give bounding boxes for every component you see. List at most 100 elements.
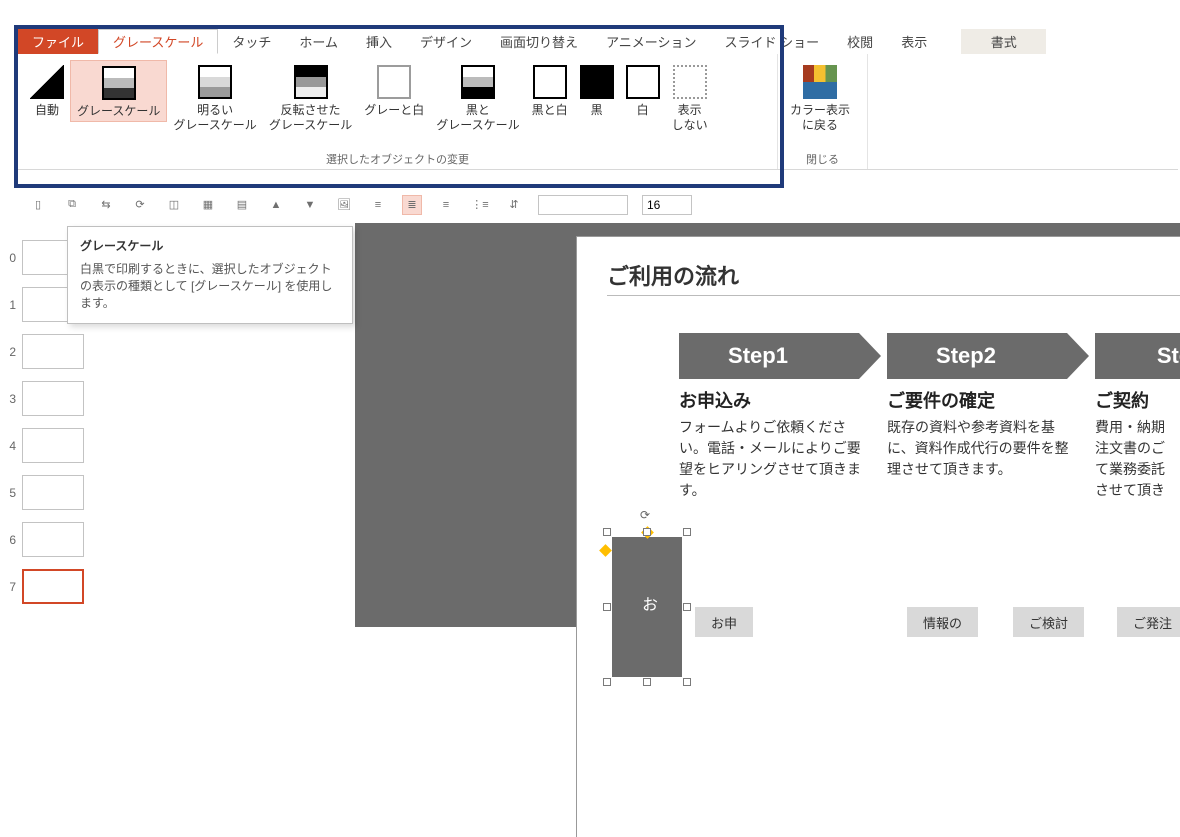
inverse-grayscale-icon: [294, 65, 328, 99]
white-icon: [626, 65, 660, 99]
btn-back-to-color-label: カラー表示 に戻る: [790, 103, 850, 133]
grey-button-2[interactable]: 情報の: [907, 607, 978, 637]
mini-align-right-icon[interactable]: ≡: [436, 195, 456, 215]
mini-font-size-field[interactable]: [642, 195, 692, 215]
mini-bullets-icon[interactable]: ⋮≡: [470, 195, 490, 215]
btn-gray-with-white[interactable]: グレーと白: [358, 60, 430, 120]
tab-home[interactable]: ホーム: [285, 29, 352, 54]
mini-toolbar[interactable]: ▯ ⧉ ⇆ ⟳ ◫ ▦ ▤ ▲ ▼ 🖼 ≡ ≣ ≡ ⋮≡ ⇵: [18, 191, 1178, 218]
ribbon: 自動 グレースケール 明るい グレースケール 反転させた グレースケール グレー…: [18, 54, 1178, 170]
btn-inverse-grayscale-label: 反転させた グレースケール: [269, 103, 352, 133]
resize-handle-bc[interactable]: [643, 678, 651, 686]
btn-light-grayscale[interactable]: 明るい グレースケール: [167, 60, 262, 135]
btn-gray-with-white-label: グレーと白: [364, 103, 424, 118]
thumb-number: 5: [6, 486, 16, 500]
mini-group-icon[interactable]: ▦: [198, 195, 218, 215]
mini-dropdown-field[interactable]: [538, 195, 628, 215]
btn-black[interactable]: 黒: [574, 60, 620, 120]
thumb-4[interactable]: 4: [6, 428, 106, 463]
mini-bring-front-icon[interactable]: ▲: [266, 195, 286, 215]
tab-transition[interactable]: 画面切り替え: [486, 29, 592, 54]
thumb-number: 7: [6, 580, 16, 594]
selected-shape-text: お: [635, 596, 659, 618]
mini-distribute-icon[interactable]: ⇆: [96, 195, 116, 215]
mini-arrange-icon[interactable]: ◫: [164, 195, 184, 215]
thumb-number: 3: [6, 392, 16, 406]
selected-shape-wrapper[interactable]: ⟳ お: [607, 532, 687, 682]
thumb-2[interactable]: 2: [6, 334, 106, 369]
thumb-image: [22, 475, 84, 510]
tab-animation[interactable]: アニメーション: [592, 29, 710, 54]
grey-button-3[interactable]: ご検討: [1013, 607, 1084, 637]
tab-file[interactable]: ファイル: [18, 29, 98, 54]
btn-dont-show[interactable]: 表示 しない: [666, 60, 714, 135]
black-with-white-icon: [533, 65, 567, 99]
btn-inverse-grayscale[interactable]: 反転させた グレースケール: [263, 60, 358, 135]
black-icon: [580, 65, 614, 99]
thumb-7[interactable]: 7: [6, 569, 106, 604]
slide-canvas[interactable]: ご利用の流れ Step1 Step2 Ste お申込み ご要件の確定 ご契約 フ…: [577, 237, 1180, 837]
adjust-handle-1[interactable]: [599, 544, 612, 557]
btn-black-with-white[interactable]: 黒と白: [526, 60, 574, 120]
btn-back-to-color[interactable]: カラー表示 に戻る: [784, 60, 856, 135]
btn-auto[interactable]: 自動: [24, 60, 70, 120]
tab-touch[interactable]: タッチ: [218, 29, 285, 54]
resize-handle-tl[interactable]: [603, 528, 611, 536]
auto-icon: [30, 65, 64, 99]
resize-handle-tr[interactable]: [683, 528, 691, 536]
resize-handle-mr[interactable]: [683, 603, 691, 611]
resize-handle-ml[interactable]: [603, 603, 611, 611]
grey-button-1[interactable]: お申: [695, 607, 753, 637]
step2-heading[interactable]: ご要件の確定: [887, 387, 995, 413]
mini-rotate-icon[interactable]: ⟳: [130, 195, 150, 215]
step2-arrow[interactable]: Step2: [887, 333, 1067, 379]
tab-slideshow[interactable]: スライド ショー: [711, 29, 834, 54]
btn-grayscale[interactable]: グレースケール: [70, 60, 167, 122]
thumb-5[interactable]: 5: [6, 475, 106, 510]
tab-design[interactable]: デザイン: [406, 29, 486, 54]
mini-clipboard-icon[interactable]: ▯: [28, 195, 48, 215]
thumb-6[interactable]: 6: [6, 522, 106, 557]
tab-review[interactable]: 校閲: [833, 29, 887, 54]
thumb-image: [22, 381, 84, 416]
mini-ungroup-icon[interactable]: ▤: [232, 195, 252, 215]
tab-format[interactable]: 書式: [961, 29, 1046, 54]
step1-heading[interactable]: お申込み: [679, 387, 751, 413]
selected-shape[interactable]: お: [612, 537, 682, 677]
btn-black-with-gs[interactable]: 黒と グレースケール: [430, 60, 525, 135]
tooltip-grayscale: グレースケール 白黒で印刷するときに、選択したオブジェクトの表示の種類として […: [67, 226, 353, 324]
step3-body[interactable]: 費用・納期 注文書のご て業務委託 させて頂き: [1095, 417, 1180, 501]
resize-handle-br[interactable]: [683, 678, 691, 686]
btn-white[interactable]: 白: [620, 60, 666, 120]
mini-align-group-icon[interactable]: ⧉: [62, 195, 82, 215]
mini-send-back-icon[interactable]: ▼: [300, 195, 320, 215]
step3-arrow[interactable]: Ste: [1095, 333, 1180, 379]
mini-align-left-icon[interactable]: ≡: [368, 195, 388, 215]
slide-title[interactable]: ご利用の流れ: [607, 259, 739, 291]
thumb-image: [22, 522, 84, 557]
back-to-color-icon: [803, 65, 837, 99]
thumb-3[interactable]: 3: [6, 381, 106, 416]
grayscale-icon: [102, 66, 136, 100]
resize-handle-bl[interactable]: [603, 678, 611, 686]
step1-body[interactable]: フォームよりご依頼ください。電話・メールによりご要望をヒアリングさせて頂きます。: [679, 417, 869, 501]
thumb-number: 6: [6, 533, 16, 547]
mini-align-center-icon[interactable]: ≣: [402, 195, 422, 215]
tab-grayscale[interactable]: グレースケール: [98, 29, 218, 54]
resize-handle-tc[interactable]: [643, 528, 651, 536]
mini-line-spacing-icon[interactable]: ⇵: [504, 195, 524, 215]
thumb-number: 2: [6, 345, 16, 359]
rotate-handle-icon[interactable]: ⟳: [640, 508, 654, 522]
ribbon-tab-strip: ファイル グレースケール タッチ ホーム 挿入 デザイン 画面切り替え アニメー…: [18, 29, 1178, 54]
tab-insert[interactable]: 挿入: [352, 29, 406, 54]
editing-stage[interactable]: ご利用の流れ Step1 Step2 Ste お申込み ご要件の確定 ご契約 フ…: [355, 223, 1180, 627]
grey-button-4[interactable]: ご発注: [1117, 607, 1180, 637]
mini-image-icon[interactable]: 🖼: [334, 195, 354, 215]
gray-with-white-icon: [377, 65, 411, 99]
btn-black-label: 黒: [591, 103, 603, 118]
step1-arrow[interactable]: Step1: [679, 333, 859, 379]
step3-heading[interactable]: ご契約: [1095, 387, 1149, 413]
step2-body[interactable]: 既存の資料や参考資料を基に、資料作成代行の要件を整理させて頂きます。: [887, 417, 1077, 480]
tab-view[interactable]: 表示: [887, 29, 941, 54]
btn-grayscale-label: グレースケール: [77, 104, 160, 119]
